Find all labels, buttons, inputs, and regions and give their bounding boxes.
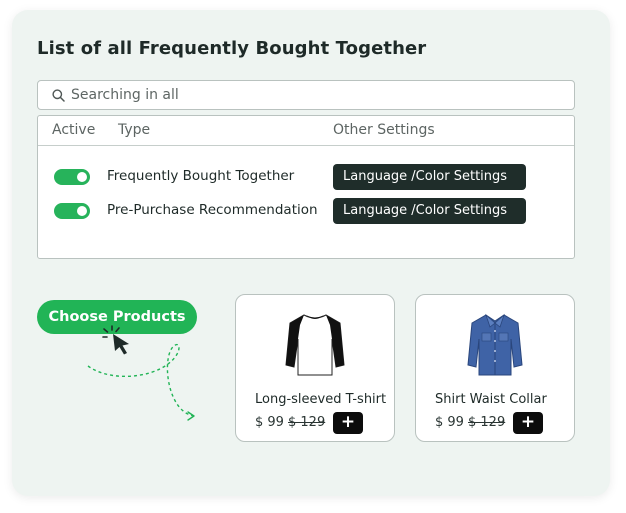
dashed-arrow-icon <box>87 343 195 421</box>
language-color-settings-button[interactable]: Language /Color Settings <box>333 198 526 224</box>
rules-table: Active Type Other Settings Frequently Bo… <box>37 115 575 259</box>
active-toggle[interactable] <box>54 169 90 185</box>
language-color-settings-button[interactable]: Language /Color Settings <box>333 164 526 190</box>
table-header: Active Type Other Settings <box>38 116 574 146</box>
product-card[interactable]: Long-sleeved T-shirt $ 99 $ 129 + <box>235 294 395 442</box>
product-old-price: $ 129 <box>288 415 326 430</box>
product-name: Shirt Waist Collar <box>435 392 547 407</box>
row-type: Frequently Bought Together <box>107 168 295 184</box>
product-price: $ 99 <box>255 415 284 430</box>
product-price: $ 99 <box>435 415 464 430</box>
toggle-knob <box>77 206 87 216</box>
search-input[interactable]: Searching in all <box>37 80 575 110</box>
page-title: List of all Frequently Bought Together <box>37 38 427 59</box>
row-type: Pre-Purchase Recommendation <box>107 202 318 218</box>
header-type: Type <box>118 122 151 138</box>
search-icon <box>52 88 65 102</box>
table-row: Pre-Purchase Recommendation Language /Co… <box>38 198 574 224</box>
raglan-shirt-icon <box>236 309 394 379</box>
denim-shirt-icon <box>416 309 574 379</box>
product-name: Long-sleeved T-shirt <box>255 392 387 407</box>
toggle-knob <box>77 172 87 182</box>
active-toggle[interactable] <box>54 203 90 219</box>
product-old-price: $ 129 <box>468 415 506 430</box>
add-product-button[interactable]: + <box>333 412 363 434</box>
add-product-button[interactable]: + <box>513 412 543 434</box>
table-row: Frequently Bought Together Language /Col… <box>38 164 574 190</box>
header-other-settings: Other Settings <box>333 122 435 138</box>
header-active: Active <box>52 122 96 138</box>
product-card[interactable]: Shirt Waist Collar $ 99 $ 129 + <box>415 294 575 442</box>
search-placeholder: Searching in all <box>71 87 179 103</box>
